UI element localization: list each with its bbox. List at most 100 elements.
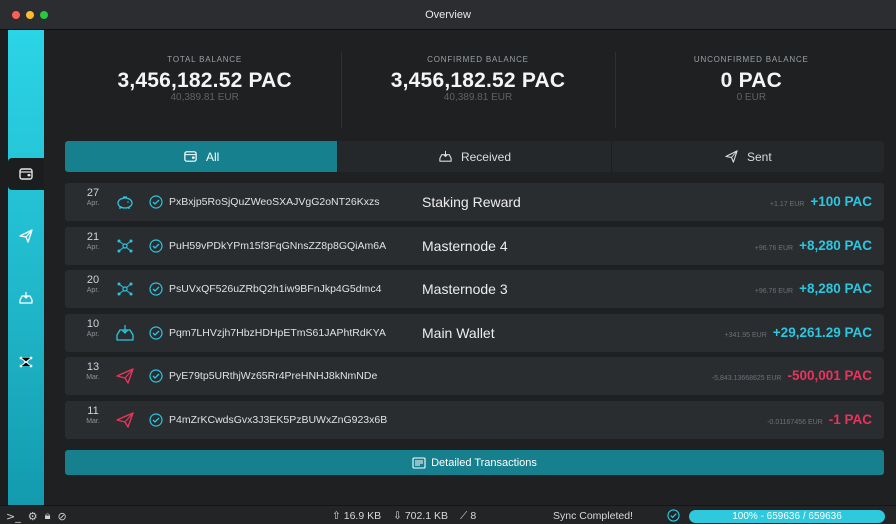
transaction-month: Mar. (86, 374, 100, 381)
overview-panel: TOTAL BALANCE 3,456,182.52 PAC 40,389.81… (44, 30, 896, 505)
transaction-date: 21 Apr. (83, 230, 103, 251)
transaction-fiat: +96.76 EUR (754, 244, 794, 252)
transaction-date: 10 Apr. (83, 317, 103, 338)
status-bar: >_ ⚙ 🔒︎ ⊘ ⇧ 16.9 KB ⇩ 702.1 KB ⟋ 8 Sync … (0, 505, 896, 524)
sync-progress-label: 100% - 659636 / 659636 (732, 511, 842, 522)
sidebar (8, 30, 44, 505)
wallet-icon (19, 168, 33, 180)
send-icon (19, 229, 33, 243)
transaction-address: PuH59vPDkYPm15f3FqGNnsZZ8p8GQiAm6A (169, 239, 387, 252)
transaction-row[interactable]: 20 Apr. PsUVxQF526uZRbQ2h1iw9BFnJkp4G5dm… (65, 270, 884, 308)
zoom-window-button[interactable] (40, 11, 48, 19)
transaction-address: PxBxjp5RoSjQuZWeoSXAJVgG2oNT26Kxzs (169, 196, 380, 208)
transaction-amounts: +96.76 EUR +8,280 PAC (755, 281, 872, 296)
transaction-fiat: +96.76 EUR (754, 288, 794, 295)
confirmed-balance-fiat: 40,389.81 EUR (443, 92, 513, 103)
transaction-day: 21 (86, 230, 100, 243)
transaction-month: Apr. (86, 200, 100, 207)
staking-disabled-icon[interactable]: ⊘ (57, 510, 66, 523)
sidebar-item-send[interactable] (8, 220, 44, 252)
transaction-amounts: +1.17 EUR +100 PAC (770, 194, 872, 209)
lock-icon[interactable]: 🔒︎ (45, 509, 51, 523)
upload-value: 16.9 KB (343, 510, 382, 522)
ledger-icon (412, 456, 426, 469)
upload-stat: ⇧ 16.9 KB (332, 510, 381, 523)
transaction-label: Masternode 4 (422, 237, 508, 254)
received-inbox-icon (116, 324, 134, 341)
transaction-row[interactable]: 21 Apr. PuH59vPDkYPm15f3FqGNnsZZ8p8GQiAm… (65, 226, 884, 265)
sent-arrow-icon (116, 368, 134, 384)
transaction-address: PyE79tp5URthjWz65Rr4PreHNHJ8kNmNDe (169, 370, 378, 382)
minimize-window-button[interactable] (26, 11, 34, 19)
tab-all-label: All (205, 149, 220, 164)
console-icon[interactable]: >_ (6, 510, 21, 523)
detailed-transactions-button[interactable]: Detailed Transactions (65, 450, 884, 475)
transaction-date: 11 Mar. (83, 405, 103, 425)
staking-piggy-icon (117, 196, 133, 209)
transaction-day: 27 (86, 187, 100, 199)
transaction-amount: +8,280 PAC (799, 281, 872, 296)
unconfirmed-balance-fiat: 0 EUR (736, 92, 767, 103)
transaction-date: 20 Apr. (83, 274, 103, 295)
confirmed-balance: CONFIRMED BALANCE 3,456,182.52 PAC 40,38… (341, 48, 614, 134)
transaction-row[interactable]: 27 Apr. PxBxjp5RoSjQuZWeoSXAJVgG2oNT26Kx… (65, 183, 884, 221)
transaction-day: 10 (86, 317, 100, 330)
confirmed-check-icon (149, 195, 163, 209)
transaction-amount: -500,001 PAC (787, 368, 872, 383)
detailed-transactions-label: Detailed Transactions (431, 456, 537, 469)
balance-summary: TOTAL BALANCE 3,456,182.52 PAC 40,389.81… (68, 48, 888, 134)
transaction-amount: +100 PAC (810, 194, 872, 209)
transaction-amounts: +341.95 EUR +29,261.29 PAC (725, 325, 872, 340)
unconfirmed-balance: UNCONFIRMED BALANCE 0 PAC 0 EUR (614, 48, 888, 134)
transaction-amounts: +96.76 EUR +8,280 PAC (755, 238, 872, 253)
transaction-label: Masternode 3 (422, 281, 508, 297)
transaction-amounts: -5,843.13668625 EUR -500,001 PAC (712, 368, 872, 383)
transaction-month: Mar. (86, 417, 100, 425)
tab-all[interactable]: All (65, 141, 339, 172)
confirmed-check-icon (149, 412, 163, 427)
download-stat: ⇩ 702.1 KB (393, 510, 448, 523)
settings-icon[interactable]: ⚙ (28, 510, 38, 523)
transaction-amounts: -0.01167456 EUR -1 PAC (767, 412, 872, 427)
transaction-month: Apr. (86, 243, 100, 251)
tab-sent[interactable]: Sent (612, 141, 884, 172)
tab-received[interactable]: Received (338, 141, 612, 172)
window-controls (12, 11, 48, 19)
confirmed-check-icon (149, 282, 163, 296)
transaction-amount: +8,280 PAC (799, 237, 872, 253)
transaction-month: Apr. (86, 287, 100, 294)
inbox-icon (439, 150, 452, 162)
peers-icon: ⟋ (460, 510, 468, 522)
transaction-fiat: -5,843.13668625 EUR (711, 375, 782, 382)
unconfirmed-balance-label: UNCONFIRMED BALANCE (693, 55, 809, 64)
transaction-fiat: -0.01167456 EUR (767, 418, 823, 426)
confirmed-balance-label: CONFIRMED BALANCE (427, 55, 529, 64)
total-balance-fiat: 40,389.81 EUR (170, 92, 239, 103)
sidebar-item-overview[interactable] (8, 158, 44, 190)
inbox-icon (19, 292, 33, 304)
transaction-day: 20 (86, 274, 100, 286)
status-icons: >_ ⚙ 🔒︎ ⊘ (6, 509, 67, 523)
transaction-filter-tabs: All Received Sent (65, 141, 884, 172)
sent-arrow-icon (116, 411, 134, 428)
transaction-date: 13 Mar. (83, 362, 103, 382)
transaction-address: PsUVxQF526uZRbQ2h1iw9BFnJkp4G5dmc4 (169, 283, 382, 295)
transaction-row[interactable]: 13 Mar. PyE79tp5URthjWz65Rr4PreHNHJ8kNmN… (65, 357, 884, 395)
close-window-button[interactable] (12, 11, 20, 19)
sidebar-item-receive[interactable] (8, 282, 44, 314)
total-balance-label: TOTAL BALANCE (167, 55, 243, 64)
unconfirmed-balance-value: 0 PAC (720, 69, 782, 92)
transaction-list: 27 Apr. PxBxjp5RoSjQuZWeoSXAJVgG2oNT26Kx… (65, 183, 884, 444)
confirmed-check-icon (149, 325, 163, 340)
transaction-row[interactable]: 10 Apr. Pqm7LHVzjh7HbzHDHpETmS61JAPhtRdK… (65, 313, 884, 352)
masternode-network-icon (117, 239, 133, 252)
masternode-network-icon (117, 282, 133, 296)
sidebar-item-masternodes[interactable] (8, 346, 44, 378)
transaction-fiat: +341.95 EUR (724, 331, 767, 339)
wallet-icon (184, 151, 197, 162)
transaction-fiat: +1.17 EUR (769, 201, 805, 208)
sync-status-text: Sync Completed! (553, 510, 633, 522)
transaction-row[interactable]: 11 Mar. P4mZrKCwdsGvx3J3EK5PzBUWxZnG923x… (65, 400, 884, 439)
peers-stat: ⟋ 8 (460, 510, 476, 523)
transaction-amount: -1 PAC (828, 411, 872, 427)
